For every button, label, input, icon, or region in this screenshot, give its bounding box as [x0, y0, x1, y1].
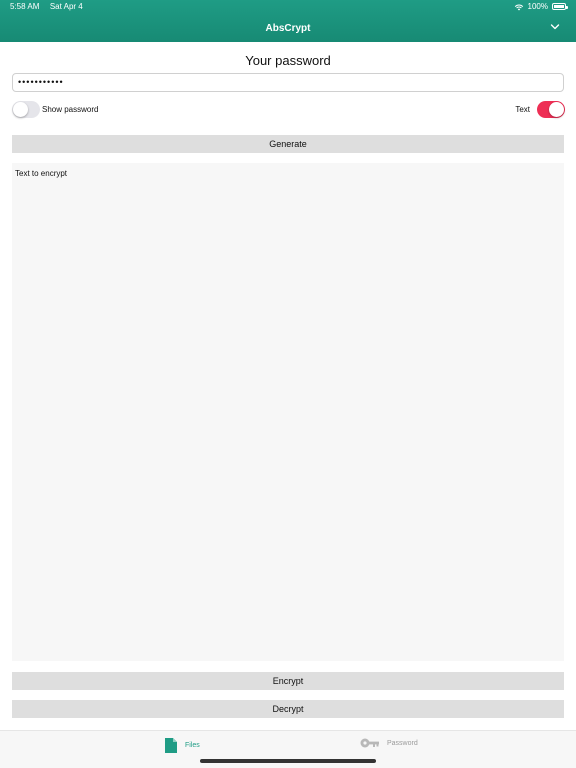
text-mode-toggle[interactable]: [537, 101, 565, 118]
status-time: 5:58 AM: [10, 2, 40, 11]
password-input[interactable]: •••••••••••: [12, 73, 564, 92]
show-password-toggle[interactable]: [12, 101, 40, 118]
home-indicator: [200, 759, 376, 763]
battery-icon: [552, 3, 568, 10]
tab-files-label: Files: [185, 742, 200, 749]
text-to-encrypt-input[interactable]: Text to encrypt: [12, 163, 564, 661]
status-right: 100%: [514, 2, 568, 11]
toggle-knob: [13, 102, 28, 117]
text-area-placeholder: Text to encrypt: [15, 169, 68, 178]
password-heading: Your password: [245, 53, 331, 68]
tab-password-label: Password: [387, 739, 418, 747]
generate-button[interactable]: Generate: [12, 135, 564, 153]
encrypt-button[interactable]: Encrypt: [12, 672, 564, 690]
toggle-knob: [549, 102, 564, 117]
tab-files[interactable]: Files: [164, 737, 200, 754]
tab-password[interactable]: Password: [360, 737, 418, 749]
key-icon: [360, 738, 379, 748]
app-header: 5:58 AM Sat Apr 4 100% AbsCrypt: [0, 0, 576, 42]
wifi-icon: [514, 4, 523, 10]
file-icon: [165, 738, 177, 753]
status-left: 5:58 AM Sat Apr 4: [10, 2, 83, 11]
show-password-label: Show password: [42, 105, 99, 114]
screen: 5:58 AM Sat Apr 4 100% AbsCrypt Your pas…: [0, 0, 576, 768]
text-mode-label: Text: [515, 105, 530, 114]
battery-percent: 100%: [527, 2, 548, 11]
page-title: AbsCrypt: [265, 23, 311, 34]
status-date: Sat Apr 4: [49, 2, 83, 11]
decrypt-button[interactable]: Decrypt: [12, 700, 564, 718]
chevron-down-icon[interactable]: [550, 22, 560, 32]
